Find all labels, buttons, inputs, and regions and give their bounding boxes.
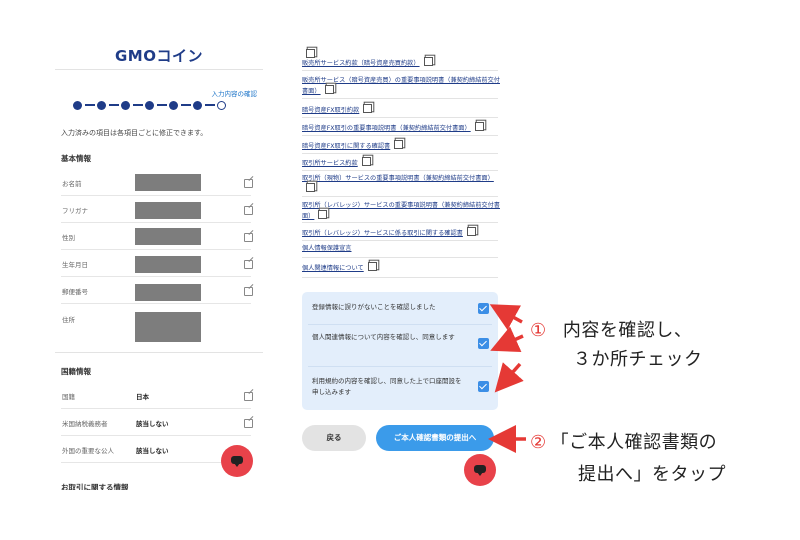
annotation-2: ② 「ご本人確認書類の [530,428,717,454]
arrow-to-check-1 [489,304,523,331]
arrow-to-check-3 [494,362,524,393]
annotation-1-line-2: ３か所チェック [573,349,703,370]
step-number-1: ① [530,320,547,341]
annotation-2-line-1: 「ご本人確認書類の [550,432,718,453]
arrow-to-check-2 [490,326,524,353]
annotation-1: ① 内容を確認し、 [530,316,692,342]
step-number-2: ② [530,432,547,453]
annotation-arrows [488,304,526,453]
annotation-1-line-1: 内容を確認し、 [562,320,693,341]
annotation-2-line-2: 提出へ」をタップ [578,464,726,485]
